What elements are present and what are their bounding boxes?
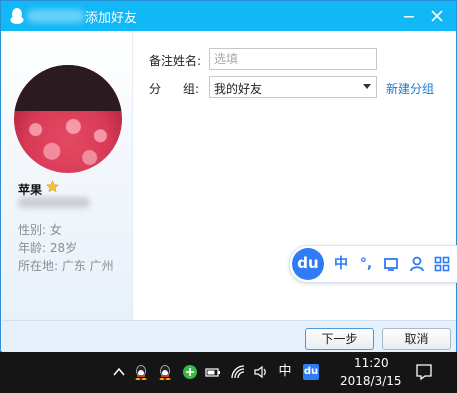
avatar[interactable]: [14, 65, 122, 173]
battery-icon[interactable]: [205, 364, 221, 380]
avatar-photo-lace: [14, 111, 122, 173]
grid-icon[interactable]: [434, 255, 450, 273]
chevron-down-icon: [363, 84, 371, 89]
qq-penguin-icon-2[interactable]: [157, 364, 173, 380]
notification-icon[interactable]: [414, 362, 434, 382]
profile-panel: 苹果 性别: 女 年龄: 28岁 所在地: 广东 广州: [2, 31, 133, 320]
title-bar[interactable]: 添加好友: [1, 1, 456, 31]
windows-taskbar: 中 du 11:20 2018/3/15: [0, 352, 457, 393]
shirt-icon[interactable]: [383, 255, 399, 273]
gender-info: 性别: 女: [18, 223, 62, 237]
chevron-up-icon[interactable]: [111, 364, 127, 380]
wifi-icon[interactable]: [230, 364, 246, 380]
clock-time[interactable]: 11:20: [354, 356, 389, 370]
nickname: 苹果: [18, 183, 43, 197]
ime-punctuation-toggle[interactable]: °,: [356, 255, 376, 273]
next-step-button[interactable]: 下一步: [305, 328, 374, 350]
remark-label: 备注姓名:: [149, 54, 202, 68]
group-label-first: 分: [149, 82, 162, 96]
ime-mode-toggle[interactable]: 中: [332, 255, 350, 273]
green-app-icon[interactable]: [182, 364, 198, 380]
clock-date[interactable]: 2018/3/15: [340, 374, 402, 388]
star-icon: [46, 180, 59, 193]
obscured-qq-number: [18, 197, 90, 208]
volume-icon[interactable]: [253, 364, 269, 380]
group-label-second: 组:: [183, 82, 200, 96]
user-icon[interactable]: [409, 255, 425, 273]
window-title: 添加好友: [85, 11, 138, 26]
group-select-value: 我的好友: [214, 82, 263, 96]
age-info: 年龄: 28岁: [18, 241, 78, 255]
avatar-photo-top: [14, 65, 122, 111]
dialog-footer: 下一步 取消: [2, 320, 456, 353]
location-info: 所在地: 广东 广州: [18, 259, 114, 273]
qq-logo-icon: [10, 8, 24, 24]
add-friend-window: 添加好友 苹果 性别: 女 年龄: 28岁 所在地: 广东 广州 备注姓名: 分…: [0, 0, 457, 353]
input-language-indicator[interactable]: 中: [277, 364, 293, 380]
remark-name-input[interactable]: [209, 48, 377, 70]
qq-penguin-icon[interactable]: [133, 364, 149, 380]
ime-logo-icon[interactable]: du: [292, 248, 324, 280]
close-button[interactable]: [426, 5, 448, 27]
ime-toolbar: du 中 °,: [289, 245, 457, 283]
obscured-title-text: [27, 9, 85, 23]
minimize-button[interactable]: [398, 5, 420, 27]
new-group-link[interactable]: 新建分组: [386, 80, 434, 97]
cancel-button[interactable]: 取消: [382, 328, 451, 350]
baidu-ime-tray-icon[interactable]: du: [303, 364, 319, 380]
group-select[interactable]: 我的好友: [209, 76, 377, 98]
